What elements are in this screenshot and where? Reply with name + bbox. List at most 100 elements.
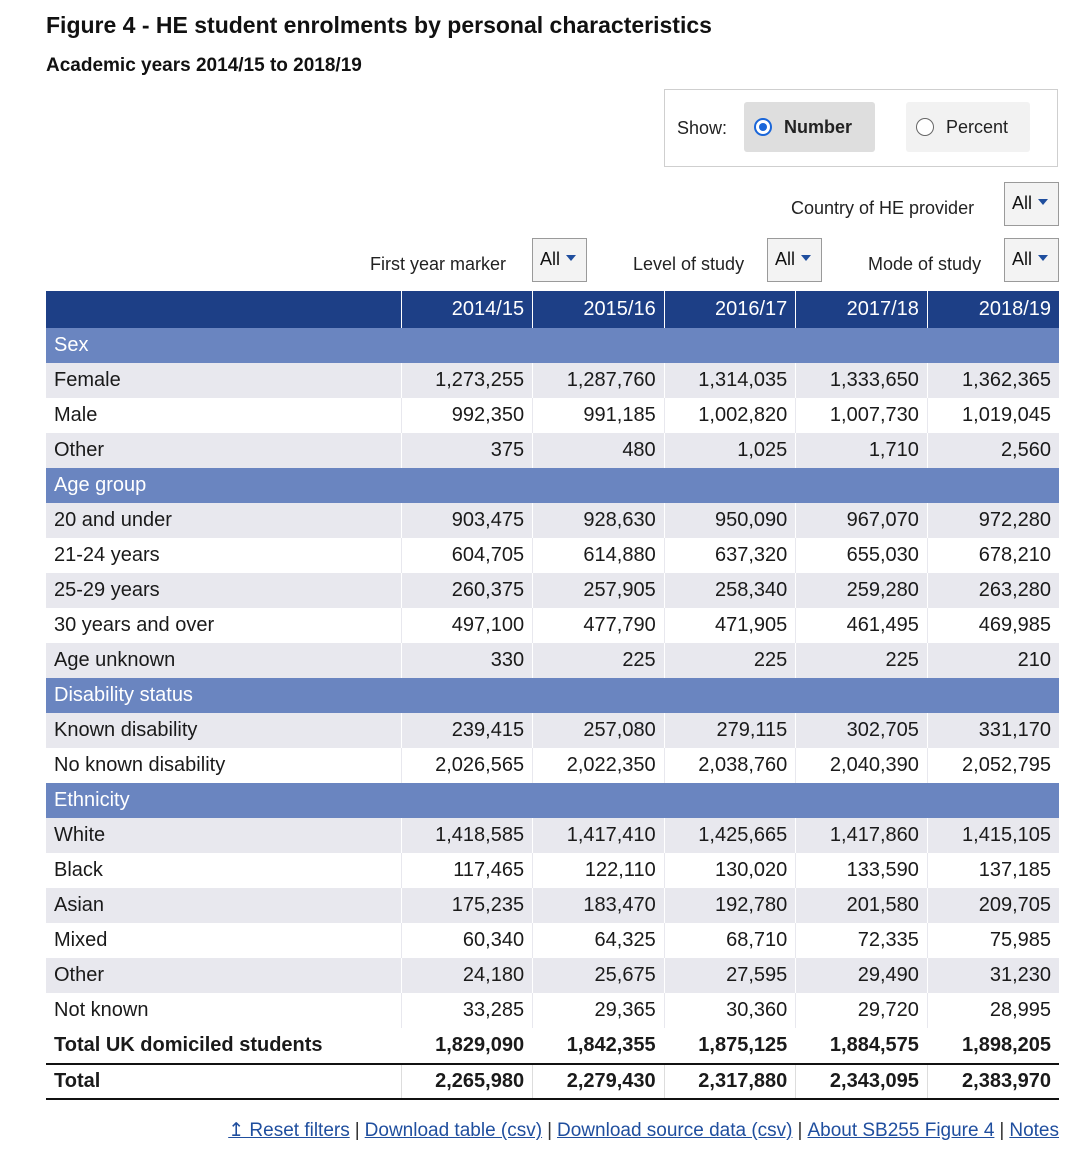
row-label: Total (46, 1063, 401, 1100)
chevron-down-icon (1038, 199, 1049, 205)
level-filter-value: All (775, 249, 796, 269)
mode-filter-value: All (1012, 249, 1033, 269)
table-cell: 117,465 (400, 853, 533, 888)
row-label: No known disability (46, 748, 401, 783)
table-cell: 972,280 (926, 503, 1059, 538)
table-cell: 331,170 (926, 713, 1059, 748)
figure-title: Figure 4 - HE student enrolments by pers… (46, 12, 712, 38)
header-cell: 2018/19 (926, 291, 1059, 328)
table-cell: 614,880 (532, 538, 665, 573)
table-cell: 678,210 (926, 538, 1059, 573)
table-cell: 225 (532, 643, 665, 678)
table-cell: 64,325 (532, 923, 665, 958)
table-cell: 330 (400, 643, 533, 678)
table-cell: 1,415,105 (926, 818, 1059, 853)
table-cell: 1,002,820 (663, 398, 796, 433)
table-cell: 68,710 (663, 923, 796, 958)
table-cell: 183,470 (532, 888, 665, 923)
table-cell: 2,022,350 (532, 748, 665, 783)
table-cell: 31,230 (926, 958, 1059, 993)
table-cell: 1,273,255 (400, 363, 533, 398)
table-cell: 2,279,430 (532, 1063, 665, 1100)
row-label: Asian (46, 888, 401, 923)
number-radio-option[interactable]: Number (744, 102, 875, 152)
table-cell: 209,705 (926, 888, 1059, 923)
link-separator: | (354, 1120, 360, 1141)
row-label: 25-29 years (46, 573, 401, 608)
table-cell: 28,995 (926, 993, 1059, 1028)
notes-link[interactable]: Notes (1009, 1120, 1059, 1141)
table-cell: 239,415 (400, 713, 533, 748)
table-cell: 1,425,665 (663, 818, 796, 853)
section-header-row: Disability status (46, 678, 1059, 713)
chevron-down-icon (801, 255, 812, 261)
enrolments-table: 2014/15 2015/16 2016/17 2017/18 2018/19 … (46, 291, 1059, 1100)
about-figure-link[interactable]: About SB255 Figure 4 (807, 1120, 994, 1141)
mode-filter-label: Mode of study (868, 254, 982, 274)
level-filter-label: Level of study (633, 254, 745, 274)
table-cell: 2,383,970 (926, 1063, 1059, 1100)
table-cell: 33,285 (400, 993, 533, 1028)
row-label: Other (46, 433, 401, 468)
table-cell: 2,052,795 (926, 748, 1059, 783)
download-table-link[interactable]: Download table (csv) (365, 1120, 542, 1141)
percent-radio-label: Percent (946, 116, 1009, 137)
section-header-row: Age group (46, 468, 1059, 503)
table-row: Asian 175,235 183,470 192,780 201,580 209,705 (46, 888, 1059, 923)
table-cell: 30,360 (663, 993, 796, 1028)
section-title: Disability status (46, 678, 1059, 713)
table-row: Male 992,350 991,185 1,002,820 1,007,730 1,01… (46, 398, 1059, 433)
row-label: 20 and under (46, 503, 401, 538)
table-cell: 130,020 (663, 853, 796, 888)
table-cell: 1,007,730 (795, 398, 928, 433)
table-row: 21-24 years 604,705 614,880 637,320 655,030 6… (46, 538, 1059, 573)
row-label: 30 years and over (46, 608, 401, 643)
mode-filter-dropdown[interactable]: All (1004, 238, 1059, 282)
section-title: Age group (46, 468, 1059, 503)
table-cell: 1,333,650 (795, 363, 928, 398)
table-cell: 2,317,880 (663, 1063, 796, 1100)
radio-selected-icon[interactable] (754, 118, 772, 136)
reset-filters-link[interactable]: ↥ Reset filters (228, 1120, 350, 1141)
table-cell: 225 (663, 643, 796, 678)
number-radio-label: Number (784, 116, 853, 137)
header-cell: 2016/17 (663, 291, 796, 328)
table-cell: 1,898,205 (926, 1028, 1059, 1064)
table-cell: 1,019,045 (926, 398, 1059, 433)
table-cell: 477,790 (532, 608, 665, 643)
table-cell: 24,180 (400, 958, 533, 993)
table-row: 30 years and over 497,100 477,790 471,905 46… (46, 608, 1059, 643)
first-year-filter-dropdown[interactable]: All (532, 238, 587, 282)
table-cell: 2,026,565 (400, 748, 533, 783)
table-cell: 991,185 (532, 398, 665, 433)
table-row: Other 24,180 25,675 27,595 29,490 31,230 (46, 958, 1059, 993)
country-filter-dropdown[interactable]: All (1004, 182, 1059, 226)
table-cell: 260,375 (400, 573, 533, 608)
table-cell: 192,780 (663, 888, 796, 923)
radio-unselected-icon[interactable] (916, 118, 934, 136)
table-row: 20 and under 903,475 928,630 950,090 967,070… (46, 503, 1059, 538)
show-toggle-group: Show: Number Percent (664, 89, 1058, 167)
table-cell: 133,590 (795, 853, 928, 888)
header-cell: 2015/16 (532, 291, 665, 328)
header-cell (46, 291, 401, 328)
level-filter-dropdown[interactable]: All (767, 238, 822, 282)
percent-radio-option[interactable]: Percent (906, 102, 1030, 152)
subtotal-row: Total UK domiciled students 1,829,090 1,84… (46, 1028, 1059, 1064)
table-row: Female 1,273,255 1,287,760 1,314,035 1,333,6… (46, 363, 1059, 398)
figure-subtitle: Academic years 2014/15 to 2018/19 (46, 55, 362, 76)
table-row: Black 117,465 122,110 130,020 133,590 137,185 (46, 853, 1059, 888)
table-cell: 375 (400, 433, 533, 468)
table-header-row: 2014/15 2015/16 2016/17 2017/18 2018/19 (46, 291, 1059, 328)
row-label: Age unknown (46, 643, 401, 678)
row-label: 21-24 years (46, 538, 401, 573)
table-cell: 25,675 (532, 958, 665, 993)
table-cell: 257,080 (532, 713, 665, 748)
row-label: Black (46, 853, 401, 888)
download-source-link[interactable]: Download source data (csv) (557, 1120, 793, 1141)
table-cell: 2,343,095 (795, 1063, 928, 1100)
table-cell: 655,030 (795, 538, 928, 573)
section-header-row: Ethnicity (46, 783, 1059, 818)
table-cell: 137,185 (926, 853, 1059, 888)
table-cell: 1,710 (795, 433, 928, 468)
